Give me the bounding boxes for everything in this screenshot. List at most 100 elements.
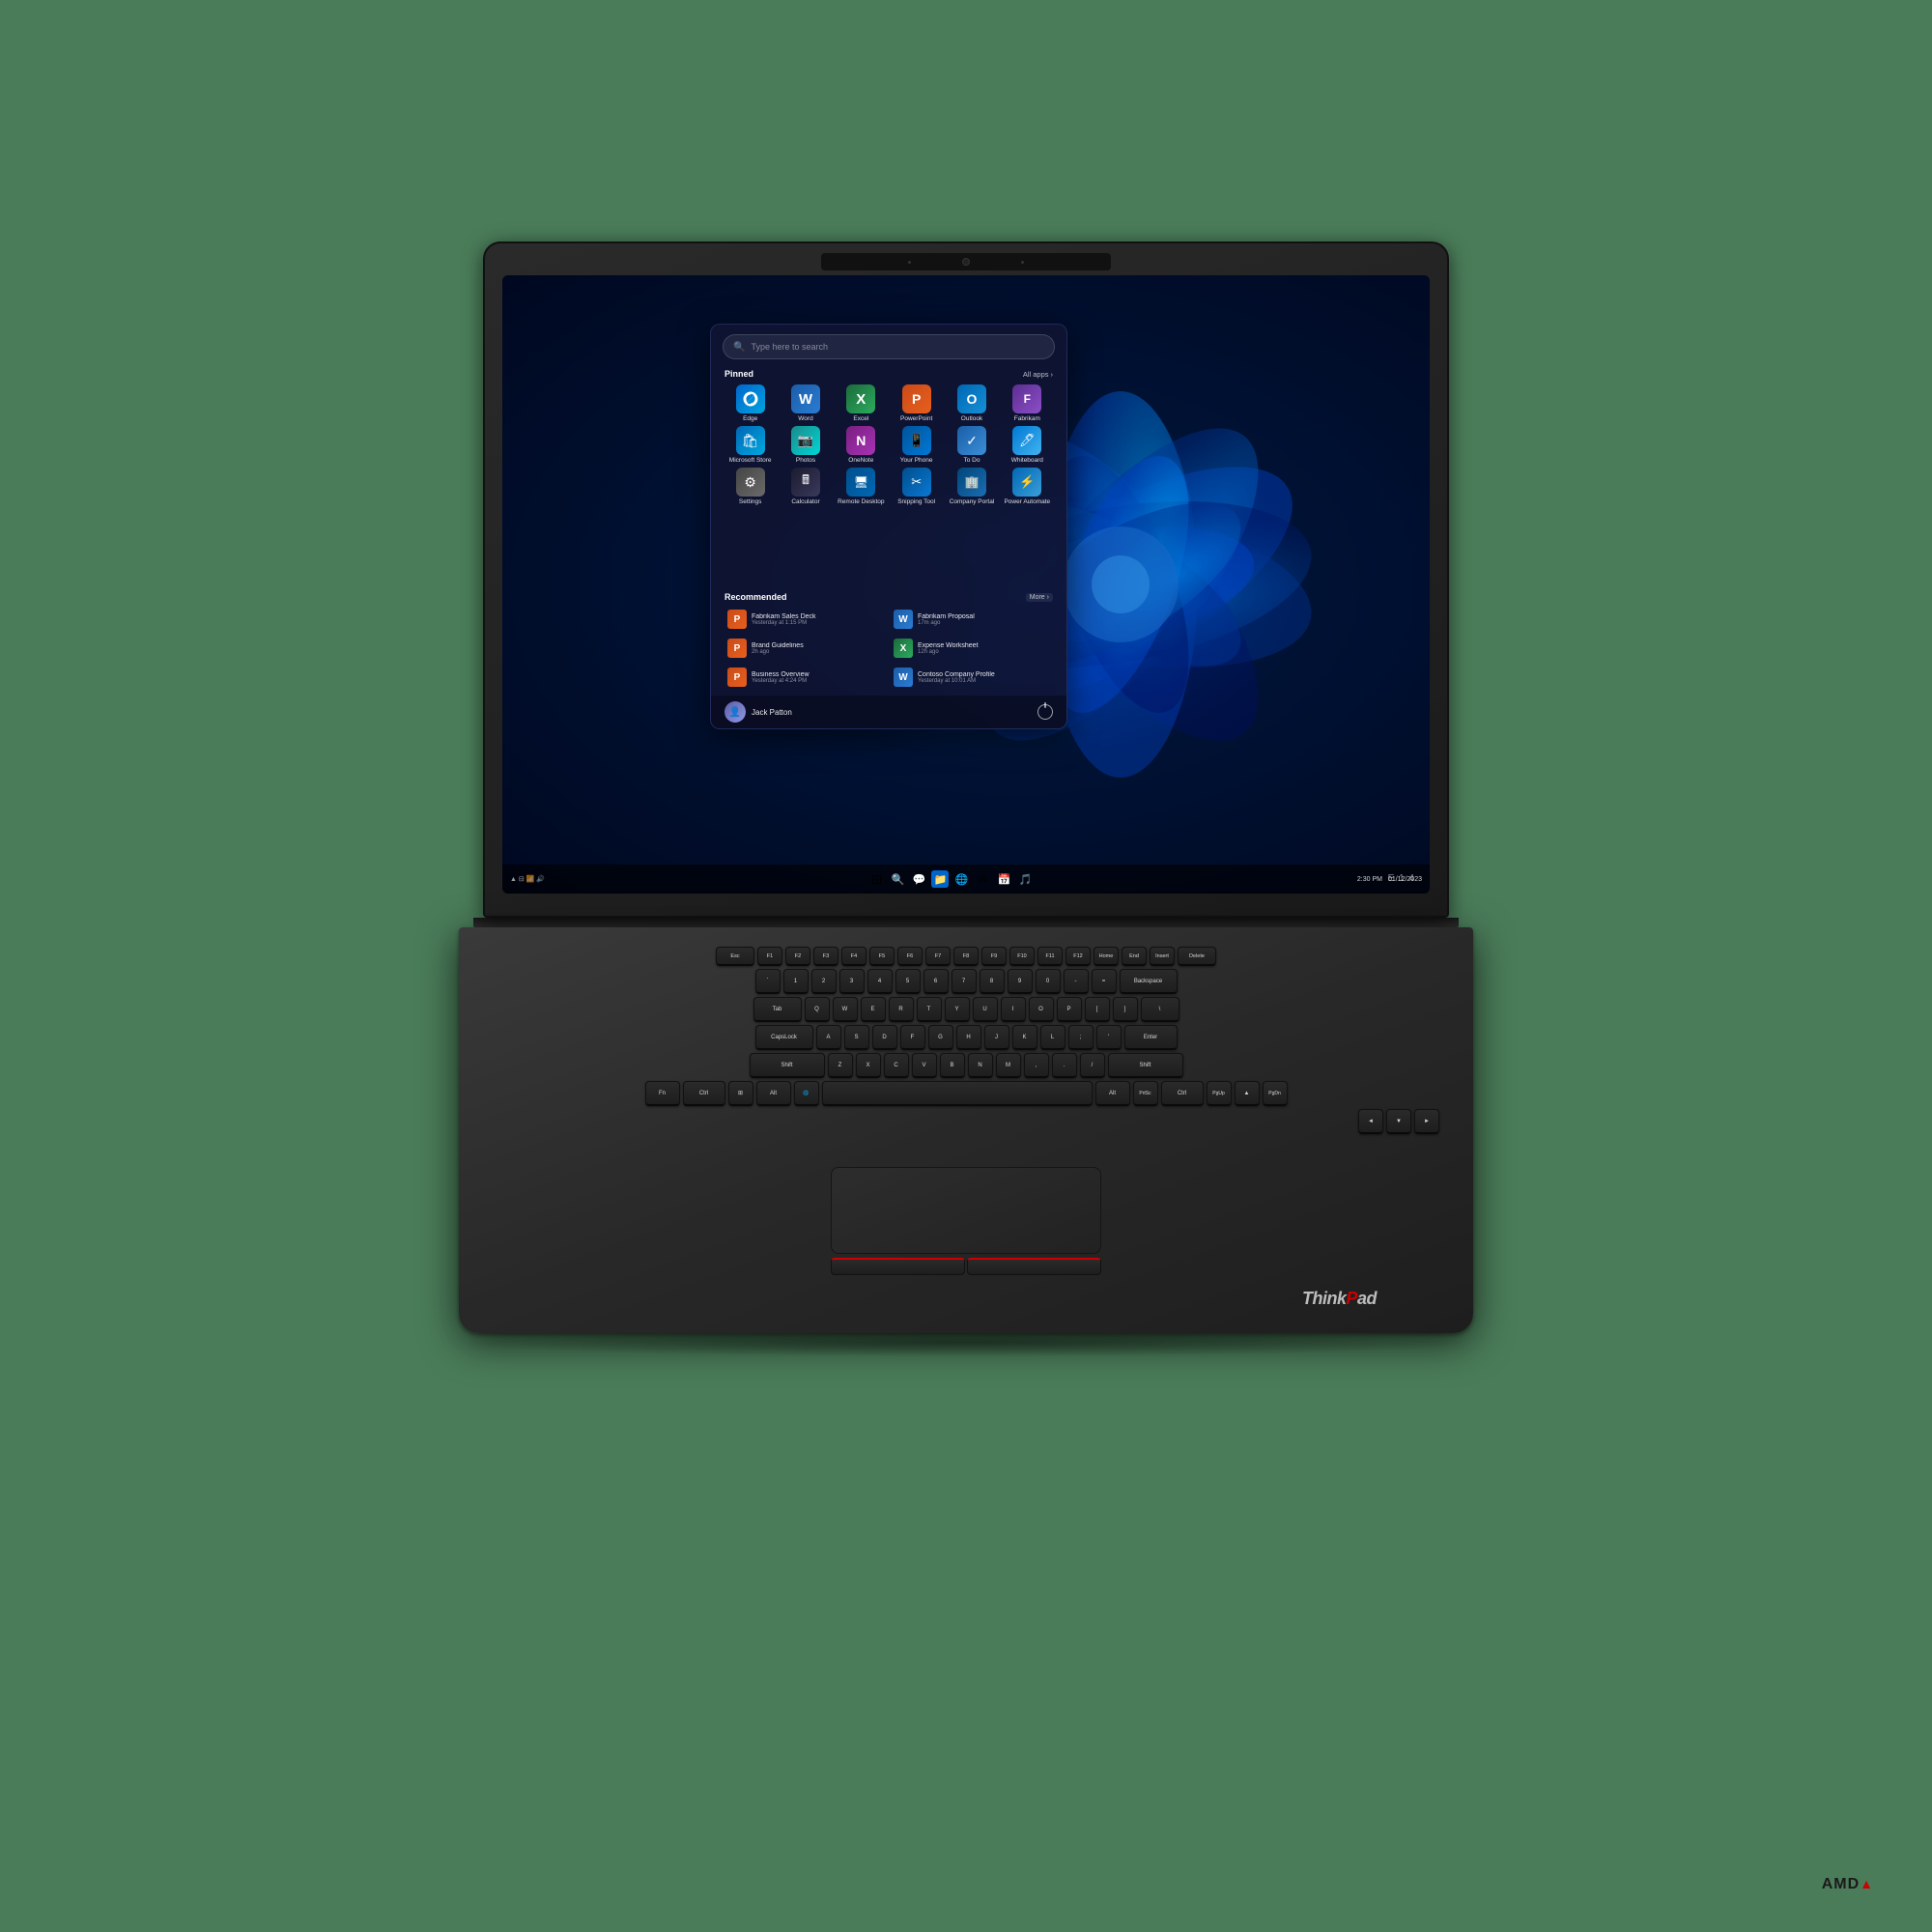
more-button[interactable]: More › (1026, 593, 1053, 602)
key-1[interactable]: 1 (783, 969, 809, 994)
trackpad[interactable] (831, 1167, 1101, 1254)
power-button[interactable] (1037, 704, 1053, 720)
rec-item-3[interactable]: X Expense Worksheet 12h ago (891, 636, 1053, 661)
key-semicolon[interactable]: ; (1068, 1025, 1094, 1050)
key-fn[interactable]: Fn (645, 1081, 680, 1106)
key-p[interactable]: P (1057, 997, 1082, 1022)
key-insert[interactable]: Insert (1150, 947, 1175, 966)
key-alt-right[interactable]: Alt (1095, 1081, 1130, 1106)
key-f9[interactable]: F9 (981, 947, 1007, 966)
trackpad-btn-left[interactable] (831, 1258, 965, 1275)
key-w[interactable]: W (833, 997, 858, 1022)
key-b[interactable]: B (940, 1053, 965, 1078)
taskbar-search[interactable]: 🔍 (889, 870, 906, 888)
key-f2[interactable]: F2 (785, 947, 810, 966)
key-end[interactable]: End (1122, 947, 1147, 966)
key-f7[interactable]: F7 (925, 947, 951, 966)
key-4[interactable]: 4 (867, 969, 893, 994)
key-backtick[interactable]: ` (755, 969, 781, 994)
key-fn2[interactable]: 🌐 (794, 1081, 819, 1106)
taskbar-chat[interactable]: 💬 (910, 870, 927, 888)
key-k[interactable]: K (1012, 1025, 1037, 1050)
key-o[interactable]: O (1029, 997, 1054, 1022)
key-lbracket[interactable]: [ (1085, 997, 1110, 1022)
key-pgdn[interactable]: PgDn (1263, 1081, 1288, 1106)
key-arrow-up[interactable]: ▲ (1235, 1081, 1260, 1106)
key-f8[interactable]: F8 (953, 947, 979, 966)
key-6[interactable]: 6 (923, 969, 949, 994)
trackpad-btn-right[interactable] (967, 1258, 1101, 1275)
search-bar[interactable]: 🔍 Type here to search (723, 334, 1055, 359)
app-portal[interactable]: 🏢 Company Portal (946, 468, 997, 505)
key-quote[interactable]: ' (1096, 1025, 1122, 1050)
key-i[interactable]: I (1001, 997, 1026, 1022)
key-capslock[interactable]: CapsLock (755, 1025, 813, 1050)
key-backslash[interactable]: \ (1141, 997, 1179, 1022)
key-u[interactable]: U (973, 997, 998, 1022)
app-excel[interactable]: X Excel (836, 384, 887, 422)
key-pgup[interactable]: PgUp (1207, 1081, 1232, 1106)
key-prtsc[interactable]: PrtSc (1133, 1081, 1158, 1106)
key-f[interactable]: F (900, 1025, 925, 1050)
key-s[interactable]: S (844, 1025, 869, 1050)
app-phone[interactable]: 📱 Your Phone (891, 426, 942, 464)
app-calculator[interactable]: 🖩 Calculator (780, 468, 831, 505)
key-f12[interactable]: F12 (1065, 947, 1091, 966)
key-ctrl-left[interactable]: Ctrl (683, 1081, 725, 1106)
key-c[interactable]: C (884, 1053, 909, 1078)
key-equals[interactable]: = (1092, 969, 1117, 994)
key-7[interactable]: 7 (952, 969, 977, 994)
app-word[interactable]: W Word (780, 384, 831, 422)
key-alt-left[interactable]: Alt (756, 1081, 791, 1106)
key-g[interactable]: G (928, 1025, 953, 1050)
key-h[interactable]: H (956, 1025, 981, 1050)
key-tab[interactable]: Tab (753, 997, 802, 1022)
taskbar-start[interactable]: ⊞ (867, 870, 885, 888)
key-x[interactable]: X (856, 1053, 881, 1078)
taskbar-calendar[interactable]: 📅 (995, 870, 1012, 888)
app-msstore[interactable]: 🛍 Microsoft Store (724, 426, 776, 464)
key-f1[interactable]: F1 (757, 947, 782, 966)
rec-item-0[interactable]: P Fabrikam Sales Deck Yesterday at 1:15 … (724, 607, 887, 632)
app-snipping[interactable]: ✂ Snipping Tool (891, 468, 942, 505)
app-remote[interactable]: 🖥 Remote Desktop (836, 468, 887, 505)
all-apps-link[interactable]: All apps › (1023, 370, 1053, 379)
key-r[interactable]: R (889, 997, 914, 1022)
app-powerpoint[interactable]: P PowerPoint (891, 384, 942, 422)
app-outlook[interactable]: O Outlook (946, 384, 997, 422)
key-l[interactable]: L (1040, 1025, 1065, 1050)
key-8[interactable]: 8 (980, 969, 1005, 994)
app-fabrikam[interactable]: F Fabrikam (1002, 384, 1053, 422)
key-rbracket[interactable]: ] (1113, 997, 1138, 1022)
taskbar-explorer[interactable]: 📁 (931, 870, 949, 888)
key-backspace[interactable]: Backspace (1120, 969, 1178, 994)
key-f10[interactable]: F10 (1009, 947, 1035, 966)
key-2[interactable]: 2 (811, 969, 837, 994)
key-enter[interactable]: Enter (1124, 1025, 1178, 1050)
taskbar-mail[interactable]: ✉ (974, 870, 991, 888)
key-arrow-right[interactable]: ► (1414, 1109, 1439, 1134)
taskbar-edge[interactable]: 🌐 (952, 870, 970, 888)
key-f11[interactable]: F11 (1037, 947, 1063, 966)
key-a[interactable]: A (816, 1025, 841, 1050)
app-photos[interactable]: 📷 Photos (780, 426, 831, 464)
key-t[interactable]: T (917, 997, 942, 1022)
app-onenote[interactable]: N OneNote (836, 426, 887, 464)
key-slash[interactable]: / (1080, 1053, 1105, 1078)
rec-item-2[interactable]: P Brand Guidelines 2h ago (724, 636, 887, 661)
key-5[interactable]: 5 (895, 969, 921, 994)
rec-item-4[interactable]: P Business Overview Yesterday at 4:24 PM (724, 665, 887, 690)
key-space[interactable] (822, 1081, 1093, 1106)
key-j[interactable]: J (984, 1025, 1009, 1050)
key-arrow-left[interactable]: ◄ (1358, 1109, 1383, 1134)
key-f4[interactable]: F4 (841, 947, 867, 966)
taskbar-music[interactable]: 🎵 (1016, 870, 1034, 888)
key-minus[interactable]: - (1064, 969, 1089, 994)
key-period[interactable]: . (1052, 1053, 1077, 1078)
key-arrow-down[interactable]: ▼ (1386, 1109, 1411, 1134)
key-esc[interactable]: Esc (716, 947, 754, 966)
key-m[interactable]: M (996, 1053, 1021, 1078)
key-f3[interactable]: F3 (813, 947, 838, 966)
key-shift-left[interactable]: Shift (750, 1053, 825, 1078)
key-delete[interactable]: Delete (1178, 947, 1216, 966)
